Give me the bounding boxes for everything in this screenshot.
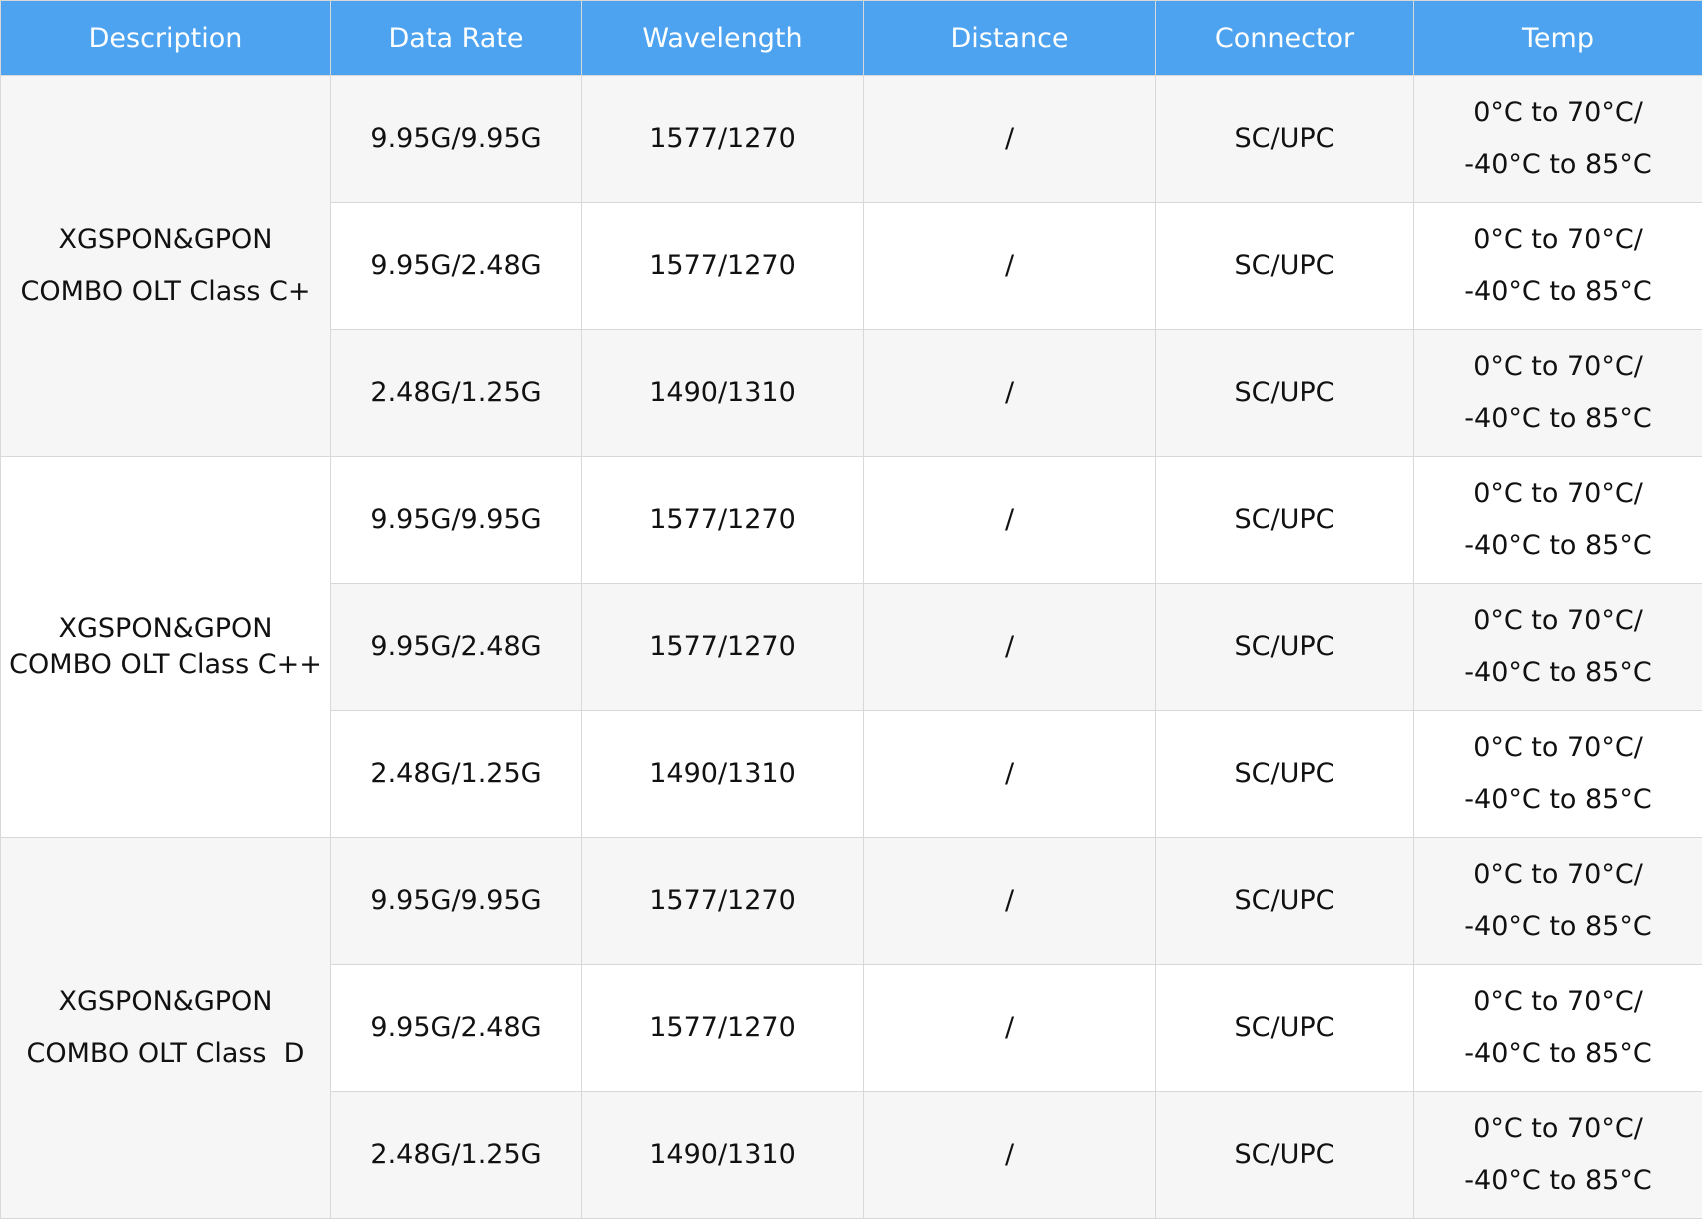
temp-line: -40°C to 85°C <box>1414 1155 1702 1207</box>
wavelength-cell: 1577/1270 <box>582 584 864 711</box>
temp-cell: 0°C to 70°C/ -40°C to 85°C <box>1414 1092 1702 1219</box>
temp-line: 0°C to 70°C/ <box>1414 468 1702 520</box>
wavelength-cell: 1577/1270 <box>582 965 864 1092</box>
connector-cell: SC/UPC <box>1156 584 1414 711</box>
wavelength-cell: 1490/1310 <box>582 1092 864 1219</box>
temp-line: -40°C to 85°C <box>1414 520 1702 572</box>
temp-line: 0°C to 70°C/ <box>1414 849 1702 901</box>
distance-cell: / <box>864 203 1156 330</box>
distance-cell: / <box>864 330 1156 457</box>
temp-cell: 0°C to 70°C/ -40°C to 85°C <box>1414 203 1702 330</box>
temp-cell: 0°C to 70°C/ -40°C to 85°C <box>1414 330 1702 457</box>
distance-cell: / <box>864 1092 1156 1219</box>
distance-cell: / <box>864 584 1156 711</box>
connector-cell: SC/UPC <box>1156 330 1414 457</box>
table-header-row: Description Data Rate Wavelength Distanc… <box>1 1 1702 76</box>
temp-line: 0°C to 70°C/ <box>1414 87 1702 139</box>
temp-line: 0°C to 70°C/ <box>1414 976 1702 1028</box>
temp-line: -40°C to 85°C <box>1414 647 1702 699</box>
temp-line: 0°C to 70°C/ <box>1414 1103 1702 1155</box>
distance-cell: / <box>864 457 1156 584</box>
data-rate-cell: 9.95G/9.95G <box>331 457 582 584</box>
temp-line: 0°C to 70°C/ <box>1414 214 1702 266</box>
temp-line: -40°C to 85°C <box>1414 266 1702 318</box>
description-line: XGSPON&GPON <box>1 214 330 266</box>
temp-line: 0°C to 70°C/ <box>1414 722 1702 774</box>
description-line: COMBO OLT Class C++ <box>1 647 330 683</box>
spec-table: Description Data Rate Wavelength Distanc… <box>0 0 1702 1219</box>
connector-cell: SC/UPC <box>1156 711 1414 838</box>
wavelength-cell: 1577/1270 <box>582 838 864 965</box>
data-rate-cell: 9.95G/2.48G <box>331 203 582 330</box>
header-temp: Temp <box>1414 1 1702 76</box>
data-rate-cell: 9.95G/9.95G <box>331 76 582 203</box>
temp-line: -40°C to 85°C <box>1414 393 1702 445</box>
connector-cell: SC/UPC <box>1156 838 1414 965</box>
header-description: Description <box>1 1 331 76</box>
description-line: COMBO OLT Class D <box>1 1028 330 1080</box>
header-data-rate: Data Rate <box>331 1 582 76</box>
data-rate-cell: 2.48G/1.25G <box>331 1092 582 1219</box>
connector-cell: SC/UPC <box>1156 1092 1414 1219</box>
table-row: XGSPON&GPON COMBO OLT Class C++ 9.95G/9.… <box>1 457 1702 584</box>
temp-cell: 0°C to 70°C/ -40°C to 85°C <box>1414 584 1702 711</box>
table-row: XGSPON&GPON COMBO OLT Class D 9.95G/9.95… <box>1 838 1702 965</box>
connector-cell: SC/UPC <box>1156 457 1414 584</box>
distance-cell: / <box>864 711 1156 838</box>
temp-line: -40°C to 85°C <box>1414 1028 1702 1080</box>
temp-cell: 0°C to 70°C/ -40°C to 85°C <box>1414 965 1702 1092</box>
header-wavelength: Wavelength <box>582 1 864 76</box>
temp-line: 0°C to 70°C/ <box>1414 595 1702 647</box>
description-cell: XGSPON&GPON COMBO OLT Class C++ <box>1 457 331 838</box>
data-rate-cell: 9.95G/9.95G <box>331 838 582 965</box>
data-rate-cell: 2.48G/1.25G <box>331 711 582 838</box>
connector-cell: SC/UPC <box>1156 76 1414 203</box>
description-cell: XGSPON&GPON COMBO OLT Class C+ <box>1 76 331 457</box>
connector-cell: SC/UPC <box>1156 203 1414 330</box>
temp-line: -40°C to 85°C <box>1414 774 1702 826</box>
wavelength-cell: 1577/1270 <box>582 203 864 330</box>
description-line: XGSPON&GPON <box>1 611 330 647</box>
description-cell: XGSPON&GPON COMBO OLT Class D <box>1 838 331 1219</box>
wavelength-cell: 1577/1270 <box>582 457 864 584</box>
table-row: XGSPON&GPON COMBO OLT Class C+ 9.95G/9.9… <box>1 76 1702 203</box>
distance-cell: / <box>864 76 1156 203</box>
header-connector: Connector <box>1156 1 1414 76</box>
temp-line: -40°C to 85°C <box>1414 901 1702 953</box>
wavelength-cell: 1490/1310 <box>582 330 864 457</box>
data-rate-cell: 2.48G/1.25G <box>331 330 582 457</box>
temp-cell: 0°C to 70°C/ -40°C to 85°C <box>1414 711 1702 838</box>
description-line: COMBO OLT Class C+ <box>1 266 330 318</box>
connector-cell: SC/UPC <box>1156 965 1414 1092</box>
description-line: XGSPON&GPON <box>1 976 330 1028</box>
temp-line: -40°C to 85°C <box>1414 139 1702 191</box>
data-rate-cell: 9.95G/2.48G <box>331 584 582 711</box>
header-distance: Distance <box>864 1 1156 76</box>
distance-cell: / <box>864 838 1156 965</box>
temp-cell: 0°C to 70°C/ -40°C to 85°C <box>1414 838 1702 965</box>
wavelength-cell: 1577/1270 <box>582 76 864 203</box>
wavelength-cell: 1490/1310 <box>582 711 864 838</box>
temp-cell: 0°C to 70°C/ -40°C to 85°C <box>1414 457 1702 584</box>
data-rate-cell: 9.95G/2.48G <box>331 965 582 1092</box>
temp-line: 0°C to 70°C/ <box>1414 341 1702 393</box>
temp-cell: 0°C to 70°C/ -40°C to 85°C <box>1414 76 1702 203</box>
distance-cell: / <box>864 965 1156 1092</box>
